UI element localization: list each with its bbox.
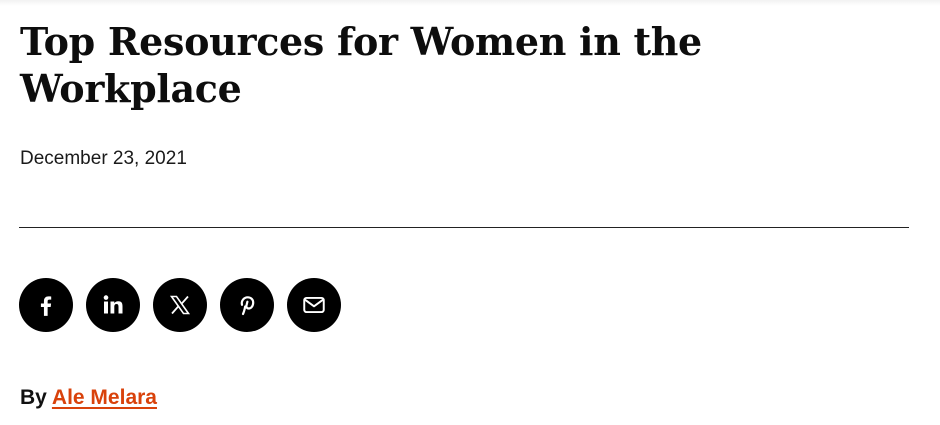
divider — [19, 227, 909, 228]
share-buttons — [19, 278, 341, 332]
envelope-icon — [303, 296, 325, 314]
pinterest-icon — [240, 296, 255, 316]
facebook-icon — [40, 296, 52, 316]
byline-prefix: By — [20, 386, 47, 409]
share-email-button[interactable] — [287, 278, 341, 332]
article-header: Top Resources for Women in the Workplace… — [20, 18, 910, 169]
page-title: Top Resources for Women in the Workplace — [20, 19, 702, 111]
byline: By Ale Melara — [20, 386, 157, 410]
linkedin-icon — [103, 295, 123, 314]
author-link[interactable]: Ale Melara — [52, 386, 157, 409]
top-shadow-bar — [0, 0, 940, 6]
x-icon — [169, 295, 191, 315]
publish-date: December 23, 2021 — [20, 148, 187, 169]
share-pinterest-button[interactable] — [220, 278, 274, 332]
share-facebook-button[interactable] — [19, 278, 73, 332]
share-x-button[interactable] — [153, 278, 207, 332]
share-linkedin-button[interactable] — [86, 278, 140, 332]
